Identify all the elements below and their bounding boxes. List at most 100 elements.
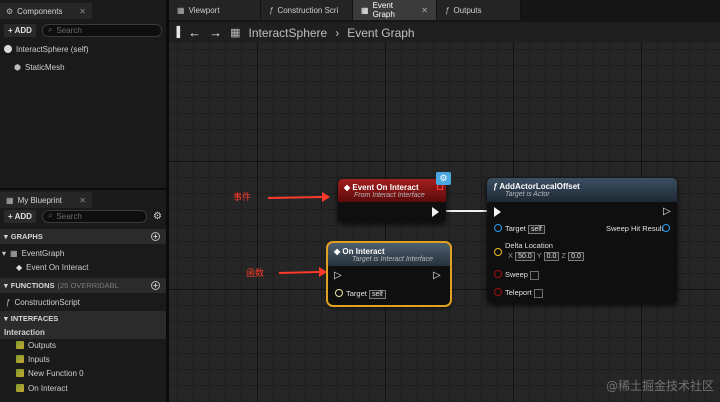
node-subtitle: Target is Actor [505,191,550,198]
target-label: Target [346,289,367,298]
tab-event-graph[interactable]: ▦ Event Graph ✕ [353,0,437,20]
functions-section-header[interactable]: ▾ FUNCTIONS (25 OVERRIDABL + [0,278,166,293]
sphere-icon [4,45,12,53]
interface-item-new-function[interactable]: New Function 0 [0,366,166,380]
components-tab-label: Components [17,6,63,16]
interfaces-section-header[interactable]: ▾ INTERFACES [0,311,166,326]
settings-gear-icon[interactable]: ⚙ [153,211,162,222]
graph-options-icon[interactable]: ▐ [173,27,180,38]
node-header: ◆ Event On Interact From Interact Interf… [338,179,446,202]
delta-xyz-row: X 50.0 Y 0.0 Z 0.0 [508,251,584,261]
function-icon: ƒ [269,5,274,15]
tab-outputs[interactable]: ƒ Outputs [437,0,521,20]
sweep-checkbox[interactable] [530,270,540,280]
chevron-down-icon: ▾ [4,281,8,290]
graph-icon: ▦ [10,248,18,258]
interface-item-label: New Function 0 [28,368,84,378]
graphs-section-header[interactable]: ▾ GRAPHS + [0,229,166,244]
forward-arrow-icon[interactable]: → [209,25,222,40]
graph-breadcrumb-bar: ▐ ← → ▦ InteractSphere › Event Graph [169,22,720,43]
annotation-arrow-event [268,192,330,202]
breadcrumb-separator: › [335,25,340,40]
sweep-hit-result-pin[interactable] [662,224,670,232]
exec-in-pin-outline: ▷ [334,270,342,281]
close-tab-icon[interactable]: ✕ [421,6,428,15]
z-label: Z [561,251,567,260]
add-component-button[interactable]: + ADD [4,23,36,37]
hierarchy-icon[interactable]: ▦ [230,26,240,39]
target-pin[interactable] [494,224,502,232]
back-arrow-icon[interactable]: ← [188,25,201,40]
node-header: ƒ AddActorLocalOffset Target is Actor [487,178,677,202]
exec-out-pin-outline[interactable]: ▷ [663,207,671,217]
function-item-constructionscript[interactable]: ƒ ConstructionScript [0,295,166,309]
target-value[interactable]: self [527,225,545,234]
graph-item-event-on-interact[interactable]: ◆ Event On Interact [0,260,166,274]
tab-construction-script[interactable]: ƒ Construction Scri [261,0,353,20]
sweep-pin[interactable] [494,270,502,278]
interface-badge-icon: ⚙ [436,172,451,185]
component-label: InteractSphere (self) [16,44,89,54]
interface-group-interaction[interactable]: Interaction [0,325,166,339]
x-label: X [508,251,514,260]
node-title-text: On Interact [342,246,385,256]
blueprint-search-input[interactable]: ⌕ Search [41,209,148,223]
node-on-interact[interactable]: ◆ On Interact Target is Interact Interfa… [326,241,452,307]
function-icon: ƒ [445,5,450,15]
delta-location-label: Delta Location [505,241,553,250]
mesh-icon: ⬢ [14,62,21,72]
exec-in-pin[interactable] [494,207,501,217]
sweep-hit-result-label: Sweep Hit Result [606,224,664,233]
delta-location-pin[interactable] [494,248,502,256]
node-add-actor-local-offset[interactable]: ƒ AddActorLocalOffset Target is Actor ▷ … [487,178,677,303]
teleport-pin[interactable] [494,288,502,296]
teleport-checkbox[interactable] [533,288,543,298]
teleport-row: Teleport [505,288,543,298]
component-item-self[interactable]: InteractSphere (self) [0,42,166,56]
target-pin[interactable] [335,289,343,297]
target-pin-row: Target self [346,289,386,299]
breadcrumb-blueprint[interactable]: InteractSphere [249,26,328,40]
search-placeholder: Search [56,211,82,221]
breadcrumb-graph[interactable]: Event Graph [347,26,414,40]
chevron-down-icon: ▾ [4,232,8,241]
annotation-arrow-function [279,267,327,277]
x-value-field[interactable]: 50.0 [515,252,535,261]
annotation-function-label: 函数 [246,269,265,279]
graph-item-label: Event On Interact [26,262,89,272]
y-label: Y [536,251,542,260]
z-value-field[interactable]: 0.0 [568,252,584,261]
event-diamond-icon: ◆ [334,246,341,256]
functions-label: FUNCTIONS [10,281,55,290]
annotation-event-label: 事件 [233,193,252,203]
target-value[interactable]: self [368,290,386,299]
exec-out-pin-outline[interactable]: ▷ [433,271,441,281]
add-member-button[interactable]: + ADD [4,209,36,223]
interfaces-label: INTERFACES [10,314,59,323]
add-function-icon[interactable]: + [151,281,160,290]
function-icon: ƒ [6,297,11,307]
graph-item-eventgraph[interactable]: ▾ ▦ EventGraph [0,246,166,260]
close-icon[interactable]: ✕ [79,196,86,205]
tab-viewport[interactable]: ▦ Viewport [169,0,261,20]
close-icon[interactable]: ✕ [79,7,86,16]
exec-out-pin[interactable] [432,207,439,217]
component-item-staticmesh[interactable]: ⬢ StaticMesh [0,60,166,74]
interface-function-icon [16,341,24,349]
viewport-icon: ▦ [177,5,185,15]
add-graph-icon[interactable]: + [151,232,160,241]
components-tab[interactable]: ⚙ Components ✕ [0,3,92,19]
component-label: StaticMesh [24,62,65,72]
teleport-label: Teleport [505,288,532,297]
interface-item-outputs[interactable]: Outputs [0,338,166,352]
blueprint-icon: ▦ [6,195,14,205]
my-blueprint-tab-label: My Blueprint [17,195,63,205]
interface-item-label: Inputs [28,354,50,364]
search-icon: ⌕ [47,211,53,220]
interface-item-label: Outputs [28,340,57,350]
y-value-field[interactable]: 0.0 [543,252,560,261]
interface-item-on-interact[interactable]: On Interact [0,381,166,395]
interface-item-inputs[interactable]: Inputs [0,352,166,366]
components-search-input[interactable]: ⌕ Search [41,23,162,37]
node-event-on-interact[interactable]: ◆ Event On Interact From Interact Interf… [338,179,446,222]
